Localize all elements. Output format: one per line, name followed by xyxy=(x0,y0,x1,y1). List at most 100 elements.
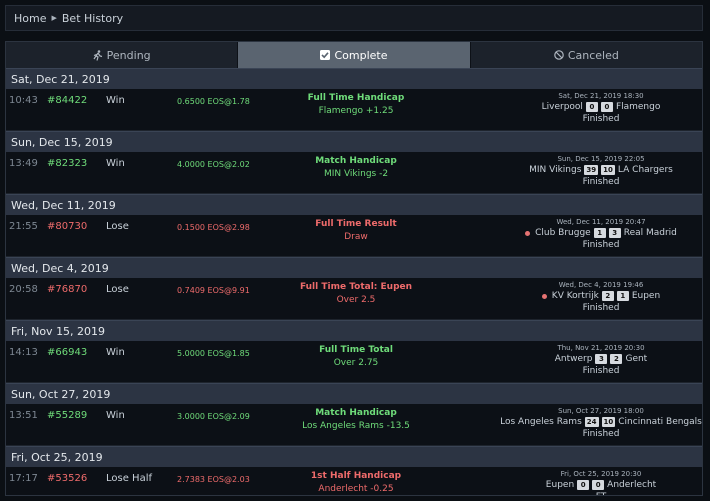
day-date: Fri, Oct 25, 2019 xyxy=(11,450,103,464)
bet-market: Full Time Total Over 2.75 xyxy=(256,345,456,368)
match-info: Sun, Dec 15, 2019 22:05 MIN Vikings 39 1… xyxy=(456,155,702,187)
day-header: Fri, Nov 15, 2019 xyxy=(6,320,702,341)
bet-id-link[interactable]: #55289 xyxy=(47,410,87,421)
bet-id-link[interactable]: #66943 xyxy=(47,347,87,358)
match-time: Sun, Oct 27, 2019 18:00 xyxy=(558,407,644,415)
home-team: Antwerp xyxy=(554,354,593,364)
away-team: Cincinnati Bengals xyxy=(618,417,702,427)
bet-id-link[interactable]: #84422 xyxy=(47,95,87,106)
market-name: Match Handicap xyxy=(315,408,397,418)
bet-id-link[interactable]: #76870 xyxy=(47,284,87,295)
bet-result: Win xyxy=(106,410,125,421)
bet-row[interactable]: 13:51 #55289 Win 3.0000 EOS@2.09 Match H… xyxy=(6,404,702,446)
bet-result: Win xyxy=(106,347,125,358)
day-group: Fri, Oct 25, 2019 17:17 #53526 Lose Half… xyxy=(6,446,702,495)
bet-row[interactable]: 10:43 #84422 Win 0.6500 EOS@1.78 Full Ti… xyxy=(6,89,702,131)
day-header: Sun, Oct 27, 2019 xyxy=(6,383,702,404)
match-teams: Antwerp 3 2 Gent xyxy=(456,354,702,364)
tab-complete-label: Complete xyxy=(334,48,388,62)
home-team: KV Kortrijk xyxy=(551,291,599,301)
home-score: 0 xyxy=(577,480,590,490)
day-group: Fri, Nov 15, 2019 14:13 #66943 Win 5.000… xyxy=(6,320,702,383)
market-name: Full Time Handicap xyxy=(307,93,405,103)
day-group: Sun, Dec 15, 2019 13:49 #82323 Win 4.000… xyxy=(6,131,702,194)
bet-id-link[interactable]: #53526 xyxy=(47,473,87,484)
match-time: Thu, Nov 21, 2019 20:30 xyxy=(557,344,645,352)
bet-stake: 2.7383 EOS@2.03 xyxy=(177,475,250,484)
match-info: Sat, Dec 21, 2019 18:30 Liverpool 0 0 Fl… xyxy=(456,92,702,124)
tab-pending[interactable]: Pending xyxy=(6,42,239,68)
bet-market: Match Handicap Los Angeles Rams -13.5 xyxy=(256,408,456,431)
market-pick: MIN Vikings -2 xyxy=(323,169,389,179)
bet-result: Lose xyxy=(106,284,129,295)
match-teams: Los Angeles Rams 24 10 Cincinnati Bengal… xyxy=(456,417,702,427)
market-pick: Flamengo +1.25 xyxy=(318,106,394,116)
bet-row[interactable]: 13:49 #82323 Win 4.0000 EOS@2.02 Match H… xyxy=(6,152,702,194)
match-teams: KV Kortrijk 2 1 Eupen xyxy=(456,291,702,301)
bet-time: 21:55 xyxy=(9,221,38,232)
match-time: Fri, Oct 25, 2019 20:30 xyxy=(560,470,642,478)
market-pick: Over 2.75 xyxy=(333,358,379,368)
day-header: Fri, Oct 25, 2019 xyxy=(6,446,702,467)
bet-id-link[interactable]: #82323 xyxy=(47,158,87,169)
tab-complete[interactable]: Complete xyxy=(238,42,471,68)
match-info: Fri, Oct 25, 2019 20:30 Eupen 0 0 Anderl… xyxy=(456,470,702,495)
home-score: 39 xyxy=(584,165,599,175)
match-info: Wed, Dec 11, 2019 20:47 Club Brugge 1 3 … xyxy=(456,218,702,250)
bet-time: 13:51 xyxy=(9,410,38,421)
bet-time: 10:43 xyxy=(9,95,38,106)
match-info: Wed, Dec 4, 2019 19:46 KV Kortrijk 2 1 E… xyxy=(456,281,702,313)
checkbox-icon xyxy=(320,50,331,60)
market-pick: Over 2.5 xyxy=(336,295,376,305)
breadcrumb-current: Bet History xyxy=(61,11,124,25)
breadcrumb: Home ▶ Bet History xyxy=(5,5,703,31)
away-score: 0 xyxy=(600,102,613,112)
match-time: Sat, Dec 21, 2019 18:30 xyxy=(558,92,644,100)
bet-time: 17:17 xyxy=(9,473,38,484)
bet-stake: 0.7409 EOS@9.91 xyxy=(177,286,250,295)
home-team: MIN Vikings xyxy=(529,165,582,175)
bet-id-link[interactable]: #80730 xyxy=(47,221,87,232)
away-team: Flamengo xyxy=(615,102,661,112)
match-teams: MIN Vikings 39 10 LA Chargers xyxy=(456,165,702,175)
home-team: Liverpool xyxy=(541,102,583,112)
tab-canceled[interactable]: Canceled xyxy=(470,42,702,68)
match-status: Finished xyxy=(582,240,620,250)
breadcrumb-home-link[interactable]: Home xyxy=(14,12,46,25)
bet-result: Win xyxy=(106,158,125,169)
match-status: Finished xyxy=(582,429,620,439)
home-score: 2 xyxy=(601,291,614,301)
bet-row[interactable]: 14:13 #66943 Win 5.0000 EOS@1.85 Full Ti… xyxy=(6,341,702,383)
match-status: Finished xyxy=(582,177,620,187)
bet-list: Sat, Dec 21, 2019 10:43 #84422 Win 0.650… xyxy=(6,68,702,495)
day-header: Sat, Dec 21, 2019 xyxy=(6,68,702,89)
home-team: Eupen xyxy=(545,480,575,490)
away-team: Gent xyxy=(625,354,648,364)
away-score: 2 xyxy=(610,354,623,364)
chevron-right-icon: ▶ xyxy=(51,14,57,22)
day-date: Sun, Dec 15, 2019 xyxy=(11,135,113,149)
bet-result: Win xyxy=(106,95,125,106)
match-time: Sun, Dec 15, 2019 22:05 xyxy=(557,155,645,163)
market-name: Full Time Result xyxy=(315,219,397,229)
bet-market: Full Time Total: Eupen Over 2.5 xyxy=(256,282,456,305)
tab-canceled-label: Canceled xyxy=(567,48,619,62)
home-score: 0 xyxy=(585,102,598,112)
match-status: Finished xyxy=(582,114,620,124)
bet-row[interactable]: 20:58 #76870 Lose 0.7409 EOS@9.91 Full T… xyxy=(6,278,702,320)
home-score: 3 xyxy=(595,354,608,364)
bet-market: Full Time Handicap Flamengo +1.25 xyxy=(256,93,456,116)
day-date: Sun, Oct 27, 2019 xyxy=(11,387,111,401)
live-dot-icon xyxy=(525,230,531,236)
match-teams: Club Brugge 1 3 Real Madrid xyxy=(456,228,702,238)
status-tabs: Pending Complete Canceled xyxy=(6,42,702,68)
day-header: Sun, Dec 15, 2019 xyxy=(6,131,702,152)
bet-row[interactable]: 21:55 #80730 Lose 0.1500 EOS@2.98 Full T… xyxy=(6,215,702,257)
day-header: Wed, Dec 4, 2019 xyxy=(6,257,702,278)
ban-icon xyxy=(554,50,564,60)
away-team: Eupen xyxy=(631,291,661,301)
bet-row[interactable]: 17:17 #53526 Lose Half 2.7383 EOS@2.03 1… xyxy=(6,467,702,495)
day-date: Fri, Nov 15, 2019 xyxy=(11,324,106,338)
bet-market: 1st Half Handicap Anderlecht -0.25 xyxy=(256,471,456,494)
bet-stake: 5.0000 EOS@1.85 xyxy=(177,349,250,358)
